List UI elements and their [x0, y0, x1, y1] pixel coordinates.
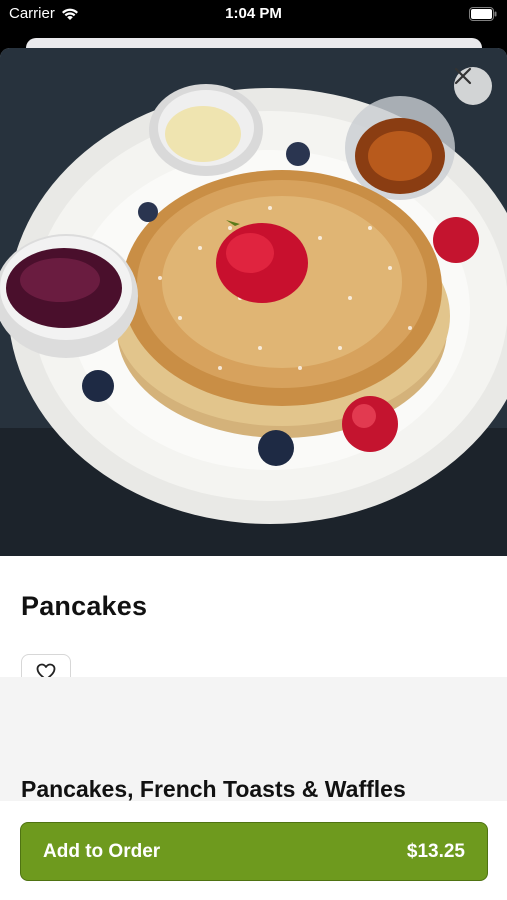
screen: Carrier 1:04 PM Pancakes Pancakes, Frenc…: [0, 0, 507, 900]
order-price: $13.25: [406, 840, 465, 862]
order-footer: Add to Order $13.25: [0, 801, 507, 900]
status-bar: Carrier 1:04 PM: [0, 0, 507, 30]
section-title: Pancakes, French Toasts & Waffles: [21, 776, 406, 802]
status-time: 1:04 PM: [225, 5, 282, 22]
battery-icon: [469, 7, 497, 21]
item-title: Pancakes: [21, 591, 148, 621]
add-to-order-label: Add to Order: [43, 840, 161, 862]
close-button[interactable]: [454, 67, 492, 105]
item-photo: [0, 48, 507, 556]
add-to-order-button[interactable]: Add to Order $13.25: [20, 822, 488, 881]
